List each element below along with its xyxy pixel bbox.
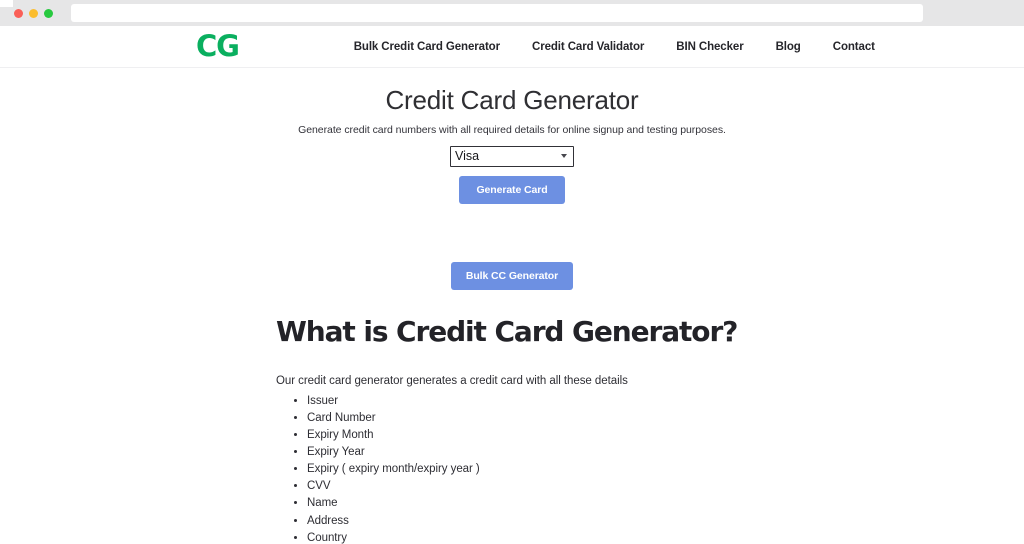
list-item: Card Number [307,410,1024,427]
nav-link-credit-card-validator[interactable]: Credit Card Validator [516,41,660,53]
site-header: CG Bulk Credit Card Generator Credit Car… [0,26,1024,68]
list-item: Address [307,512,1024,529]
article-section: What is Credit Card Generator? Our credi… [0,315,1024,544]
site-logo[interactable]: CG [196,32,240,61]
card-details-list: Issuer Card Number Expiry Month Expiry Y… [276,392,1024,544]
main-navigation: Bulk Credit Card Generator Credit Card V… [338,41,891,53]
chrome-corner-notch [0,0,13,7]
hero-section: Credit Card Generator Generate credit ca… [0,68,1024,290]
maximize-window-button[interactable] [44,8,53,18]
nav-link-contact[interactable]: Contact [817,41,891,53]
list-item: Expiry ( expiry month/expiry year ) [307,461,1024,478]
page-title: Credit Card Generator [385,85,639,115]
url-bar[interactable] [71,4,923,22]
close-window-button[interactable] [14,8,23,18]
list-item: CVV [307,478,1024,495]
article-intro-paragraph: Our credit card generator generates a cr… [276,375,628,388]
bulk-cc-generator-button[interactable]: Bulk CC Generator [450,261,574,290]
browser-chrome [0,0,1024,26]
section-heading: What is Credit Card Generator? [276,314,738,348]
list-item: Expiry Year [307,444,1024,461]
page-subtitle: Generate credit card numbers with all re… [298,123,726,136]
nav-link-blog[interactable]: Blog [760,41,817,53]
chevron-down-icon [561,154,567,158]
list-item: Country [307,529,1024,544]
page-viewport: CG Bulk Credit Card Generator Credit Car… [0,26,1024,544]
list-item: Expiry Month [307,427,1024,444]
minimize-window-button[interactable] [29,8,38,18]
card-type-select[interactable]: Visa [450,145,574,167]
generate-card-button[interactable]: Generate Card [459,175,565,204]
list-item: Name [307,495,1024,512]
nav-link-bulk-credit-card-generator[interactable]: Bulk Credit Card Generator [338,41,516,53]
list-item: Issuer [307,392,1024,409]
card-type-select-value: Visa [455,149,480,163]
nav-link-bin-checker[interactable]: BIN Checker [660,41,759,53]
window-controls [14,8,53,18]
